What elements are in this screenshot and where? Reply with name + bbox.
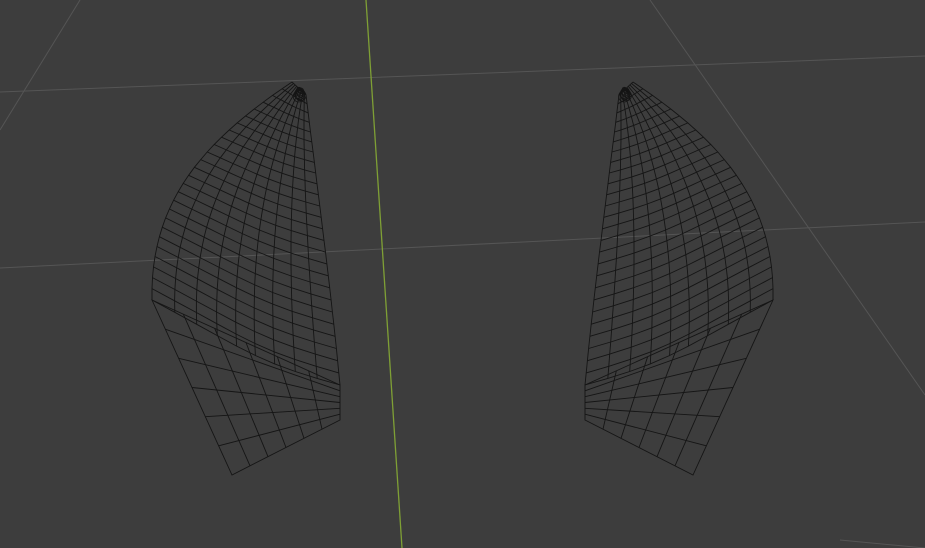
horn-meshes[interactable] — [151, 81, 774, 476]
wire-edge — [290, 92, 304, 372]
viewport-canvas[interactable] — [0, 0, 925, 548]
grid-line — [0, 55, 925, 93]
horn-left[interactable] — [151, 81, 341, 476]
grid-line — [0, 221, 925, 269]
wire-ring — [162, 226, 332, 301]
wire-ring — [237, 122, 314, 153]
wire-edge — [624, 89, 672, 356]
wire-ring — [159, 236, 333, 313]
wire-ring — [592, 236, 766, 313]
wire-ring — [152, 277, 338, 362]
wire-base — [584, 299, 774, 476]
grid-line — [649, 0, 925, 396]
wire-ring — [587, 277, 773, 362]
wire-ring — [593, 226, 763, 301]
horn-right[interactable] — [584, 81, 774, 476]
wire-ring — [178, 191, 326, 253]
floor-grid — [0, 0, 925, 548]
wire-edge — [303, 93, 318, 379]
wire-base-line — [584, 413, 707, 447]
wire-ring — [611, 122, 688, 153]
wire-base-line — [218, 413, 341, 447]
wire-base-line — [620, 356, 649, 439]
wire-base — [151, 299, 341, 476]
wire-ring — [200, 159, 320, 207]
wire-edge — [253, 89, 301, 356]
wire-ring — [599, 191, 747, 253]
wire-edge — [621, 92, 635, 372]
y-axis-line — [365, 0, 403, 548]
wire-base-line — [276, 356, 305, 439]
wire-ring — [588, 266, 772, 349]
grid-line — [839, 539, 925, 548]
3d-viewport[interactable] — [0, 0, 925, 548]
grid-line — [0, 0, 81, 131]
wire-edge — [607, 93, 622, 379]
wire-ring — [605, 159, 725, 207]
wire-ring — [153, 266, 337, 349]
wire-ring — [173, 199, 328, 265]
